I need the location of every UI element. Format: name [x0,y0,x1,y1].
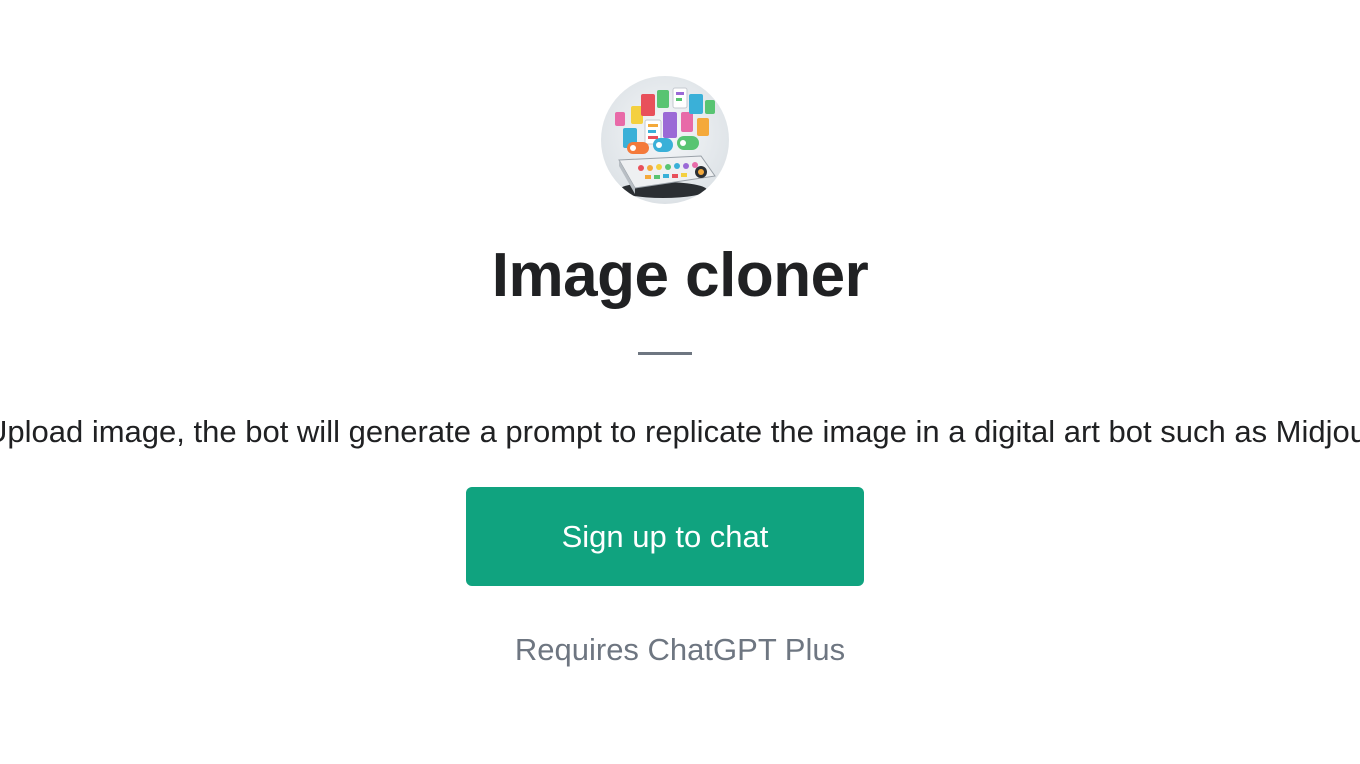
gpt-landing-page: Image cloner Upload image, the bot will … [0,0,1360,764]
requires-plus-note: Requires ChatGPT Plus [514,632,846,667]
gpt-description: Upload image, the bot will generate a pr… [0,414,1360,449]
sign-up-to-chat-button[interactable]: Sign up to chat [466,487,864,586]
